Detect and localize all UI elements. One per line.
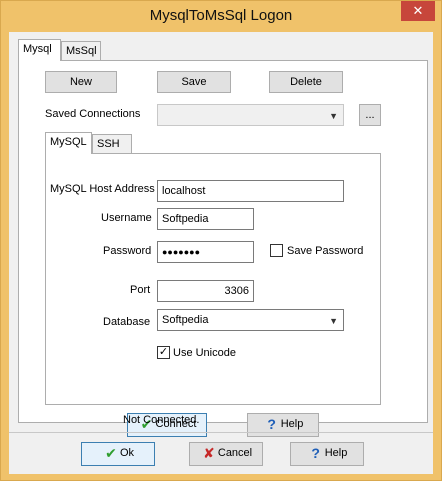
tab-mysql-inner-label: MySQL [50, 136, 87, 148]
ok-label: Ok [119, 447, 135, 459]
username-label: Username [101, 212, 152, 224]
tab-ssh[interactable]: SSH [92, 134, 132, 154]
new-button-label: New [69, 76, 92, 88]
close-icon: ✕ [412, 3, 424, 18]
database-label: Database [103, 316, 151, 328]
dialog-client: Mysql MsSql New Save Delete Saved Connec… [9, 32, 433, 474]
save-password-label: Save Password [287, 245, 364, 257]
browse-label: ... [365, 109, 375, 121]
mysql-inner-panel: MySQL Host Address localhost Username So… [45, 153, 381, 405]
tab-ssh-label: SSH [97, 138, 120, 150]
password-label: Password [103, 245, 152, 257]
saved-connections-select[interactable]: ▼ [157, 104, 344, 126]
save-password-checkbox[interactable] [270, 244, 283, 257]
cancel-button[interactable]: ✘ Cancel [189, 442, 263, 466]
help-icon: ? [311, 445, 320, 462]
connection-help-button[interactable]: ? Help [247, 413, 319, 437]
tab-mysql[interactable]: Mysql [18, 39, 61, 61]
ok-button[interactable]: ✔ Ok [81, 442, 155, 466]
footer-divider [9, 432, 433, 433]
chevron-down-icon: ▼ [329, 111, 338, 121]
save-button-label: Save [181, 76, 207, 88]
tab-mysql-inner[interactable]: MySQL [45, 132, 92, 154]
footer-help-button[interactable]: ? Help [290, 442, 364, 466]
tab-mssql-label: MsSql [66, 45, 97, 57]
tab-mssql[interactable]: MsSql [61, 41, 101, 61]
chevron-down-icon: ▼ [329, 316, 338, 326]
username-input[interactable]: Softpedia [157, 208, 254, 230]
mysql-tab-panel: New Save Delete Saved Connections ▼ ... … [18, 60, 428, 437]
close-button[interactable]: ✕ [401, 1, 435, 21]
saved-connections-label: Saved Connections [45, 108, 141, 120]
logon-window: MysqlToMsSql Logon ✕ Mysql MsSql New Sav… [0, 0, 442, 481]
connection-help-label: Help [280, 418, 304, 430]
database-value: Softpedia [162, 314, 209, 326]
save-button[interactable]: Save [157, 71, 231, 93]
port-input[interactable]: 3306 [157, 280, 254, 302]
new-button[interactable]: New [45, 71, 117, 93]
delete-button-label: Delete [290, 76, 322, 88]
use-unicode-checkbox[interactable]: ✓ [157, 346, 170, 359]
check-icon: ✔ [105, 445, 117, 462]
port-label: Port [130, 284, 151, 296]
cancel-label: Cancel [217, 447, 253, 459]
footer-help-label: Help [324, 447, 348, 459]
x-icon: ✘ [203, 445, 215, 462]
host-input[interactable]: localhost [157, 180, 344, 202]
title-bar: MysqlToMsSql Logon ✕ [1, 1, 441, 32]
password-input[interactable]: ●●●●●●● [157, 241, 254, 263]
use-unicode-label: Use Unicode [173, 347, 236, 359]
host-label: MySQL Host Address [50, 183, 155, 195]
connection-status: Not Connected. [123, 414, 200, 426]
window-title: MysqlToMsSql Logon [149, 7, 293, 24]
checkmark-icon: ✓ [158, 346, 169, 358]
database-select[interactable]: Softpedia ▼ [157, 309, 344, 331]
browse-connections-button[interactable]: ... [359, 104, 381, 126]
tab-mysql-label: Mysql [23, 43, 52, 55]
delete-button[interactable]: Delete [269, 71, 343, 93]
